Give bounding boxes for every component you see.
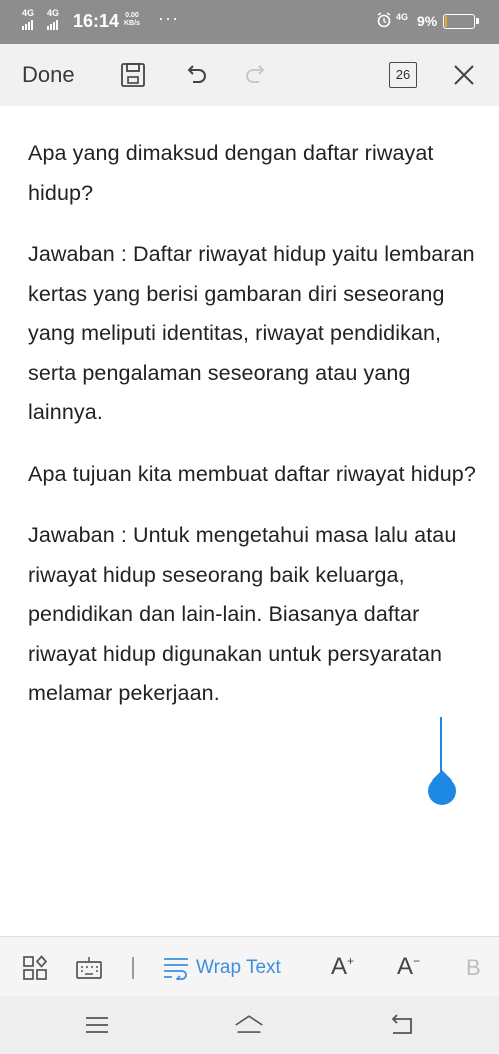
redo-icon[interactable] <box>240 58 274 92</box>
save-icon[interactable] <box>116 58 150 92</box>
cursor-handle[interactable] <box>428 777 456 805</box>
battery-percent: 9% <box>417 13 438 29</box>
paragraph-question-2: Apa tujuan kita membuat daftar riwayat h… <box>28 461 476 486</box>
signal-icon: 4G <box>22 9 36 30</box>
menu-icon[interactable] <box>82 1012 112 1038</box>
document-body[interactable]: Apa yang dimaksud dengan daftar riwayat … <box>28 134 478 736</box>
keyboard-icon[interactable] <box>75 955 103 981</box>
font-increase-button[interactable]: A+ <box>331 953 354 981</box>
network-speed: 0.00 KB/s <box>124 12 140 28</box>
font-increase-label: A <box>331 953 348 980</box>
grid-apps-icon[interactable] <box>21 955 49 981</box>
home-icon[interactable] <box>234 1012 264 1038</box>
back-icon[interactable] <box>386 1012 416 1038</box>
network-type-3: 4G <box>396 12 409 22</box>
bold-button[interactable]: B <box>466 955 481 981</box>
divider <box>132 957 134 979</box>
network-type-1: 4G <box>22 8 35 18</box>
font-decrease-button[interactable]: A− <box>397 953 420 981</box>
status-bar: 4G 4G 16:14 0.00 KB/s ··· 4G 9% <box>0 0 499 44</box>
alarm-icon <box>377 12 391 28</box>
network-type-2: 4G <box>47 8 60 18</box>
paragraph-answer-1: Jawaban : Daftar riwayat hidup yaitu lem… <box>28 242 475 424</box>
more-notifications-icon: ··· <box>158 8 179 28</box>
clock: 16:14 <box>73 11 120 31</box>
edit-bar: Wrap Text A+ A− B <box>0 936 499 996</box>
close-icon[interactable] <box>447 58 481 92</box>
paragraph-question-1: Apa yang dimaksud dengan daftar riwayat … <box>28 141 434 205</box>
paragraph-answer-2: Jawaban : Untuk mengetahui masa lalu ata… <box>28 523 457 705</box>
editor-toolbar: Done <box>0 44 499 106</box>
battery-icon <box>443 14 479 29</box>
wrap-text-button[interactable]: Wrap Text <box>196 957 281 979</box>
undo-icon[interactable] <box>178 58 212 92</box>
battery-fill <box>445 16 447 27</box>
speed-value: 0.00 <box>125 12 139 19</box>
signal-icon-2: 4G <box>47 9 61 30</box>
speed-unit: KB/s <box>124 20 140 27</box>
navigation-bar <box>0 996 499 1054</box>
wrap-text-icon[interactable] <box>162 955 190 981</box>
font-decrease-label: A <box>397 953 414 980</box>
page-count-button[interactable]: 26 <box>389 62 417 88</box>
done-button[interactable]: Done <box>22 62 75 88</box>
